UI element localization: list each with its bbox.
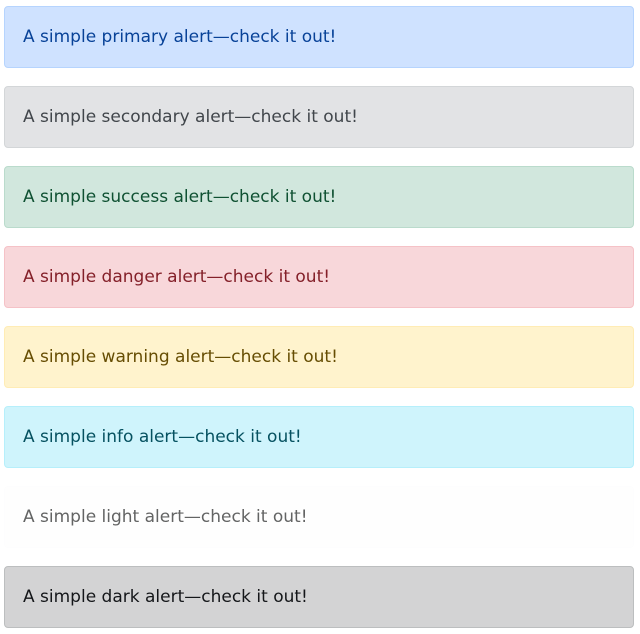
alert-info-text: A simple info alert—check it out!: [23, 426, 302, 447]
alert-primary-text: A simple primary alert—check it out!: [23, 26, 337, 47]
alert-primary: A simple primary alert—check it out!: [4, 6, 634, 68]
alert-info: A simple info alert—check it out!: [4, 406, 634, 468]
alert-secondary-text: A simple secondary alert—check it out!: [23, 106, 358, 127]
alert-secondary: A simple secondary alert—check it out!: [4, 86, 634, 148]
alert-dark: A simple dark alert—check it out!: [4, 566, 634, 628]
alert-dark-text: A simple dark alert—check it out!: [23, 586, 308, 607]
alert-list: A simple primary alert—check it out! A s…: [0, 0, 640, 634]
alert-success: A simple success alert—check it out!: [4, 166, 634, 228]
alert-light-text: A simple light alert—check it out!: [23, 506, 308, 527]
alert-warning-text: A simple warning alert—check it out!: [23, 346, 338, 367]
alert-danger: A simple danger alert—check it out!: [4, 246, 634, 308]
alert-warning: A simple warning alert—check it out!: [4, 326, 634, 388]
alert-success-text: A simple success alert—check it out!: [23, 186, 337, 207]
alert-danger-text: A simple danger alert—check it out!: [23, 266, 331, 287]
alert-light: A simple light alert—check it out!: [4, 486, 634, 548]
